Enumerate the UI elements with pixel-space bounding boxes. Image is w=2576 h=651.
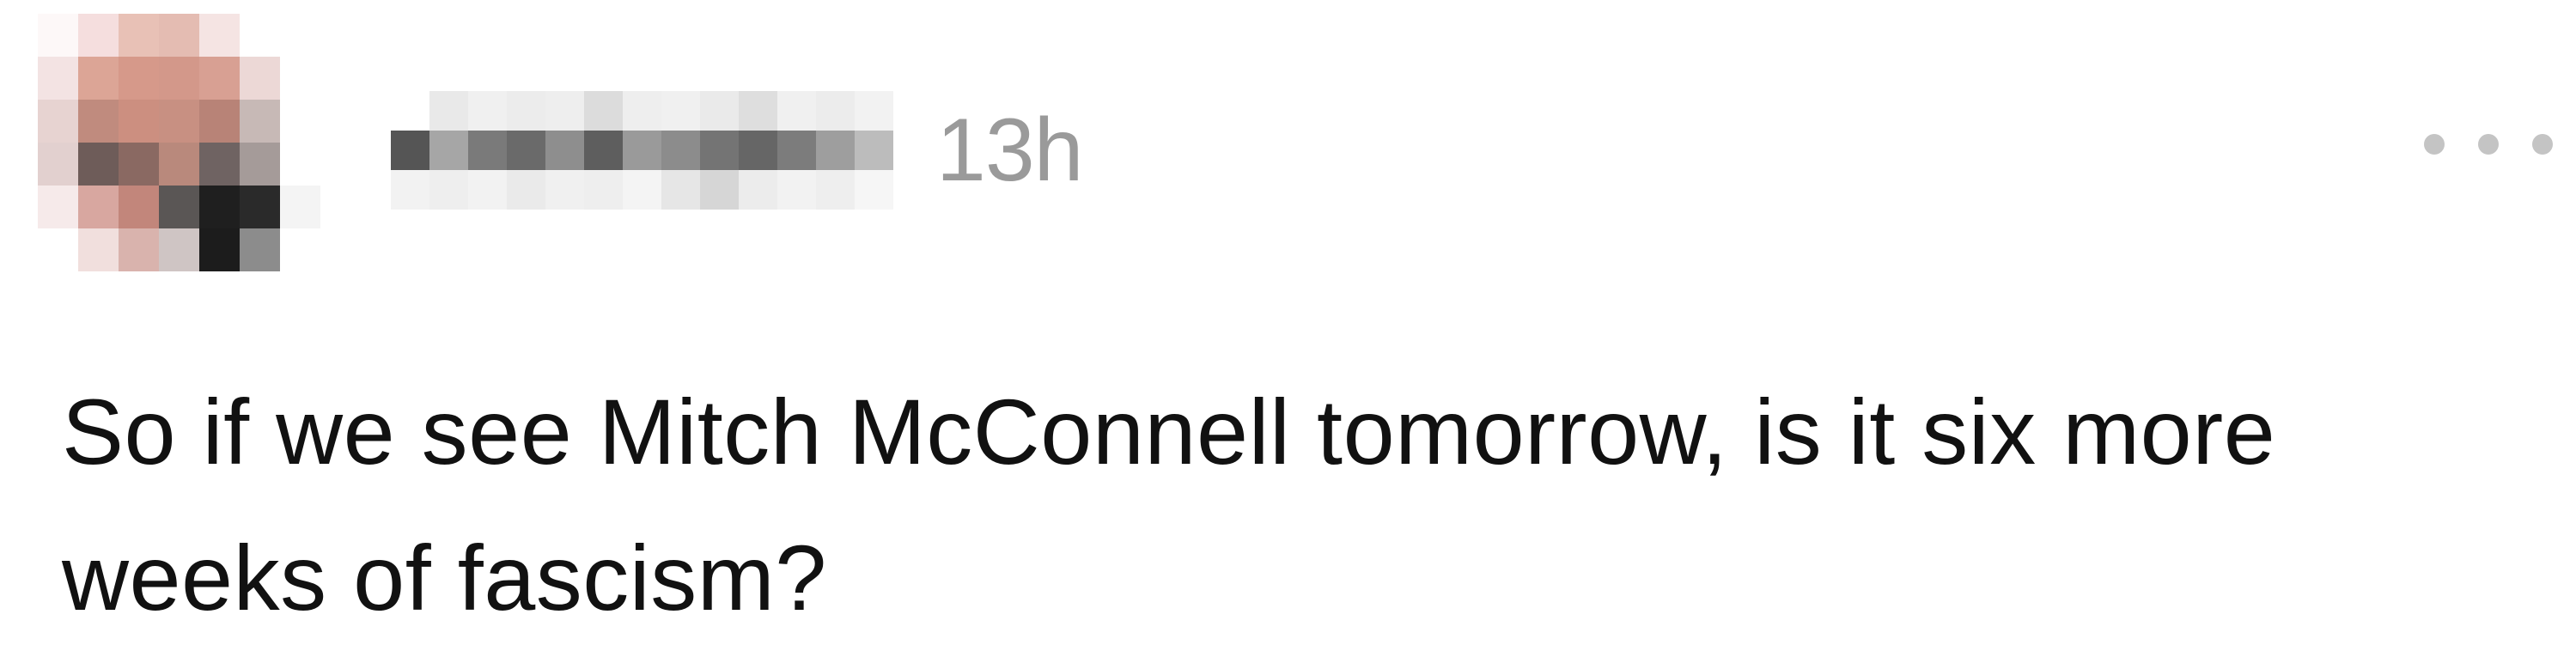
more-options-button[interactable] <box>2424 119 2553 170</box>
more-horizontal-icon <box>2478 134 2499 155</box>
more-horizontal-icon <box>2424 134 2445 155</box>
more-horizontal-icon <box>2532 134 2553 155</box>
username[interactable] <box>391 91 893 210</box>
timestamp: 13h <box>936 100 1084 200</box>
post-card: 13h So if we see Mitch McConnell tomorro… <box>0 0 2576 637</box>
post-text: So if we see Mitch McConnell tomorrow, i… <box>62 380 2276 630</box>
avatar[interactable] <box>38 14 321 271</box>
